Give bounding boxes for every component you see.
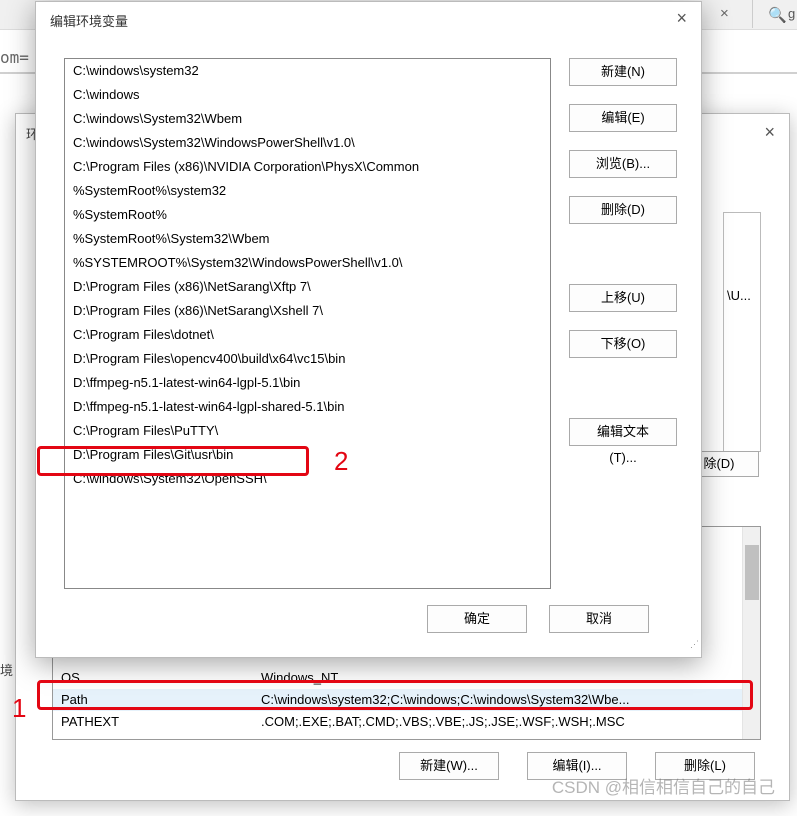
list-item[interactable]: C:\windows\System32\Wbem [65,107,550,131]
list-item[interactable]: D:\Program Files (x86)\NetSarang\Xftp 7\ [65,275,550,299]
edit-env-var-dialog: 编辑环境变量 × C:\windows\system32C:\windowsC:… [35,1,702,658]
dialog-bottom-buttons: 确定 取消 [427,605,649,633]
list-item[interactable]: C:\windows\System32\WindowsPowerShell\v1… [65,131,550,155]
list-item[interactable]: %SystemRoot%\System32\Wbem [65,227,550,251]
edit-sys-var-button[interactable]: 编辑(I)... [527,752,627,780]
var-name: PATHEXT [61,711,261,733]
var-value: Windows_NT [261,667,760,689]
list-item[interactable]: \U... [724,283,760,308]
move-up-button[interactable]: 上移(U) [569,284,677,312]
search-icon[interactable]: 🔍 [768,6,787,24]
scrollbar-thumb[interactable] [745,545,759,600]
table-row[interactable] [53,733,760,740]
list-item[interactable]: C:\Program Files\PuTTY\ [65,419,550,443]
list-item[interactable]: %SystemRoot% [65,203,550,227]
search-hint: g [788,6,795,21]
list-item[interactable]: C:\windows\system32 [65,59,550,83]
table-row[interactable]: PATHEXT.COM;.EXE;.BAT;.CMD;.VBS;.VBE;.JS… [53,711,760,733]
user-vars-list[interactable]: \U... [723,212,761,452]
list-item[interactable]: D:\Program Files (x86)\NetSarang\Xshell … [65,299,550,323]
table-row[interactable]: PathC:\windows\system32;C:\windows;C:\wi… [53,689,760,711]
resize-grip-icon[interactable]: ⋰ [685,641,699,655]
list-item[interactable]: C:\Program Files (x86)\NVIDIA Corporatio… [65,155,550,179]
list-item[interactable]: %SYSTEMROOT%\System32\WindowsPowerShell\… [65,251,550,275]
list-item[interactable]: D:\ffmpeg-n5.1-latest-win64-lgpl-shared-… [65,395,550,419]
table-rows-container: OSWindows_NTPathC:\windows\system32;C:\w… [53,667,760,740]
tab-separator [752,0,753,28]
list-item[interactable]: D:\Program Files\opencv400\build\x64\vc1… [65,347,550,371]
edit-button[interactable]: 编辑(E) [569,104,677,132]
scrollbar[interactable] [742,527,760,739]
new-button[interactable]: 新建(N) [569,58,677,86]
var-name: Path [61,689,261,711]
move-down-button[interactable]: 下移(O) [569,330,677,358]
table-row[interactable]: OSWindows_NT [53,667,760,689]
side-buttons: 新建(N) 编辑(E) 浏览(B)... 删除(D) 上移(U) 下移(O) 编… [569,58,677,589]
dialog-title: 编辑环境变量 [36,2,701,38]
tab-close-icon[interactable]: × [720,5,729,22]
list-item[interactable]: C:\Program Files\dotnet\ [65,323,550,347]
list-item[interactable]: C:\windows [65,83,550,107]
close-icon[interactable]: × [764,122,775,143]
var-value [261,733,760,740]
close-icon[interactable]: × [676,8,687,29]
var-name [61,733,261,740]
list-item[interactable]: D:\Program Files\Git\usr\bin [65,443,550,467]
system-vars-buttons: 新建(W)... 编辑(I)... 删除(L) [399,752,755,780]
delete-sys-var-button[interactable]: 删除(L) [655,752,755,780]
env-label-2: 境 [0,660,12,680]
edit-text-button[interactable]: 编辑文本(T)... [569,418,677,446]
var-value: C:\windows\system32;C:\windows;C:\window… [261,689,760,711]
list-item[interactable]: C:\windows\System32\OpenSSH\ [65,467,550,491]
list-item[interactable]: D:\ffmpeg-n5.1-latest-win64-lgpl-5.1\bin [65,371,550,395]
cancel-button[interactable]: 取消 [549,605,649,633]
var-value: .COM;.EXE;.BAT;.CMD;.VBS;.VBE;.JS;.JSE;.… [261,711,760,733]
path-list[interactable]: C:\windows\system32C:\windowsC:\windows\… [64,58,551,589]
list-item[interactable]: %SystemRoot%\system32 [65,179,550,203]
browse-button[interactable]: 浏览(B)... [569,150,677,178]
new-sys-var-button[interactable]: 新建(W)... [399,752,499,780]
delete-button[interactable]: 删除(D) [569,196,677,224]
dialog-body: C:\windows\system32C:\windowsC:\windows\… [64,58,677,589]
url-fragment: om= [0,48,29,67]
ok-button[interactable]: 确定 [427,605,527,633]
var-name: OS [61,667,261,689]
